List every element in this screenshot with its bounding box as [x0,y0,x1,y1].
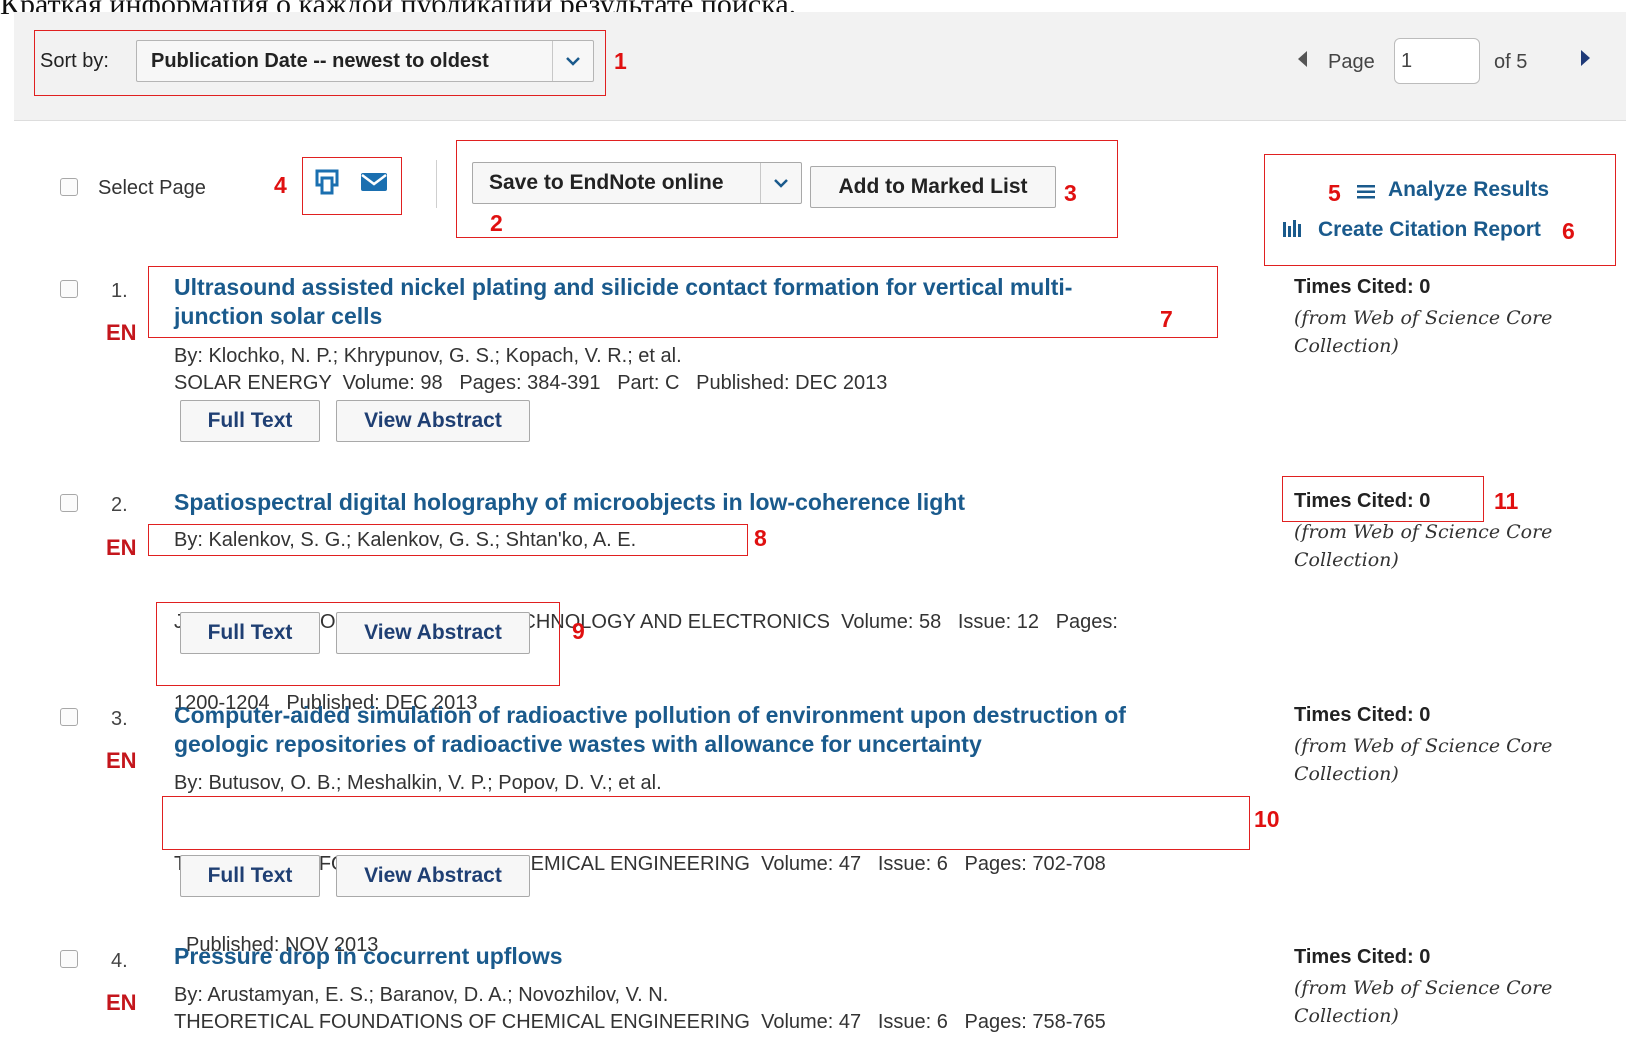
select-page-checkbox[interactable] [60,178,78,196]
create-citation-report-link[interactable]: Create Citation Report [1318,218,1541,242]
view-abstract-button[interactable]: View Abstract [336,855,530,897]
list-icon [1356,183,1376,206]
annotation-box-1 [34,30,606,96]
result-checkbox[interactable] [60,280,78,298]
annotation-label-6: 6 [1562,218,1575,244]
times-cited: Times Cited: 0 [1294,704,1431,726]
annotation-label-1: 1 [614,48,627,74]
result-authors: By: Kalenkov, S. G.; Kalenkov, G. S.; Sh… [174,529,637,551]
annotation-box-7 [148,266,1218,338]
result-checkbox[interactable] [60,950,78,968]
times-cited-source-line: Collection) [1294,1005,1399,1027]
next-page-icon[interactable] [1580,47,1592,73]
add-to-marked-list-button[interactable]: Add to Marked List [810,166,1056,208]
print-icon[interactable] [314,168,340,201]
times-cited-source-line: Collection) [1294,335,1399,357]
result-checkbox[interactable] [60,708,78,726]
page-total: of 5 [1494,51,1528,73]
annotation-box-5-6 [1264,154,1616,266]
save-to-endnote-button[interactable]: Save to EndNote online [472,162,802,204]
times-cited-source-line: (from Web of Science Core [1294,735,1553,757]
result-title-link[interactable]: Pressure drop in cocurrent upflows [174,942,563,971]
result-index: 3. [111,708,128,730]
result-title-line: geologic repositories of radioactive was… [174,731,982,757]
times-cited-source: (from Web of Science Core Collection) [1294,732,1552,788]
times-cited-source: (from Web of Science Core Collection) [1294,518,1552,574]
email-icon[interactable] [360,172,388,197]
times-cited: Times Cited: 0 [1294,490,1431,512]
full-text-button[interactable]: Full Text [180,400,320,442]
result-authors: By: Klochko, N. P.; Khrypunov, G. S.; Ko… [174,345,682,367]
times-cited-source-line: (from Web of Science Core [1294,977,1553,999]
annotation-label-3: 3 [1064,180,1077,206]
language-badge: EN [106,535,137,560]
times-cited-source-line: (from Web of Science Core [1294,521,1553,543]
toolbar-divider [436,160,437,208]
annotation-label-9: 9 [572,618,585,644]
result-index: 1. [111,280,128,302]
chevron-down-icon [760,163,801,203]
annotation-label-10: 10 [1254,806,1280,832]
full-text-button[interactable]: Full Text [180,855,320,897]
times-cited: Times Cited: 0 [1294,276,1431,298]
view-abstract-button[interactable]: View Abstract [336,400,530,442]
language-badge: EN [106,748,137,773]
result-source: THEORETICAL FOUNDATIONS OF CHEMICAL ENGI… [174,1011,1106,1033]
annotation-label-5: 5 [1328,180,1341,206]
times-cited-source-line: (from Web of Science Core [1294,307,1553,329]
result-index: 2. [111,494,128,516]
previous-page-icon[interactable] [1296,48,1308,74]
view-abstract-button[interactable]: View Abstract [336,612,530,654]
times-cited-source: (from Web of Science Core Collection) [1294,304,1552,360]
bar-chart-icon [1282,218,1302,243]
select-page-label: Select Page [98,177,206,199]
times-cited-source-line: Collection) [1294,763,1399,785]
annotation-label-4: 4 [274,172,287,198]
annotation-label-8: 8 [754,525,767,551]
result-checkbox[interactable] [60,494,78,512]
save-to-endnote-label: Save to EndNote online [489,171,724,194]
page-number-input[interactable] [1394,38,1480,84]
analyze-results-link[interactable]: Analyze Results [1388,178,1549,202]
page-label: Page [1328,51,1375,73]
result-index: 4. [111,950,128,972]
result-authors: By: Arustamyan, E. S.; Baranov, D. A.; N… [174,984,669,1006]
full-text-button[interactable]: Full Text [180,612,320,654]
result-source: SOLAR ENERGY Volume: 98 Pages: 384-391 P… [174,372,888,394]
annotation-label-11: 11 [1494,488,1519,514]
annotation-label-7: 7 [1160,306,1173,332]
annotation-label-2: 2 [490,210,503,236]
result-title-link[interactable]: Computer-aided simulation of radioactive… [174,701,1126,759]
times-cited-source-line: Collection) [1294,549,1399,571]
result-title-line: Computer-aided simulation of radioactive… [174,702,1126,728]
language-badge: EN [106,990,137,1015]
times-cited-source: (from Web of Science Core Collection) [1294,974,1552,1030]
times-cited: Times Cited: 0 [1294,946,1431,968]
language-badge: EN [106,320,137,345]
result-authors: By: Butusov, O. B.; Meshalkin, V. P.; Po… [174,772,662,794]
result-title-link[interactable]: Spatiospectral digital holography of mic… [174,488,965,517]
